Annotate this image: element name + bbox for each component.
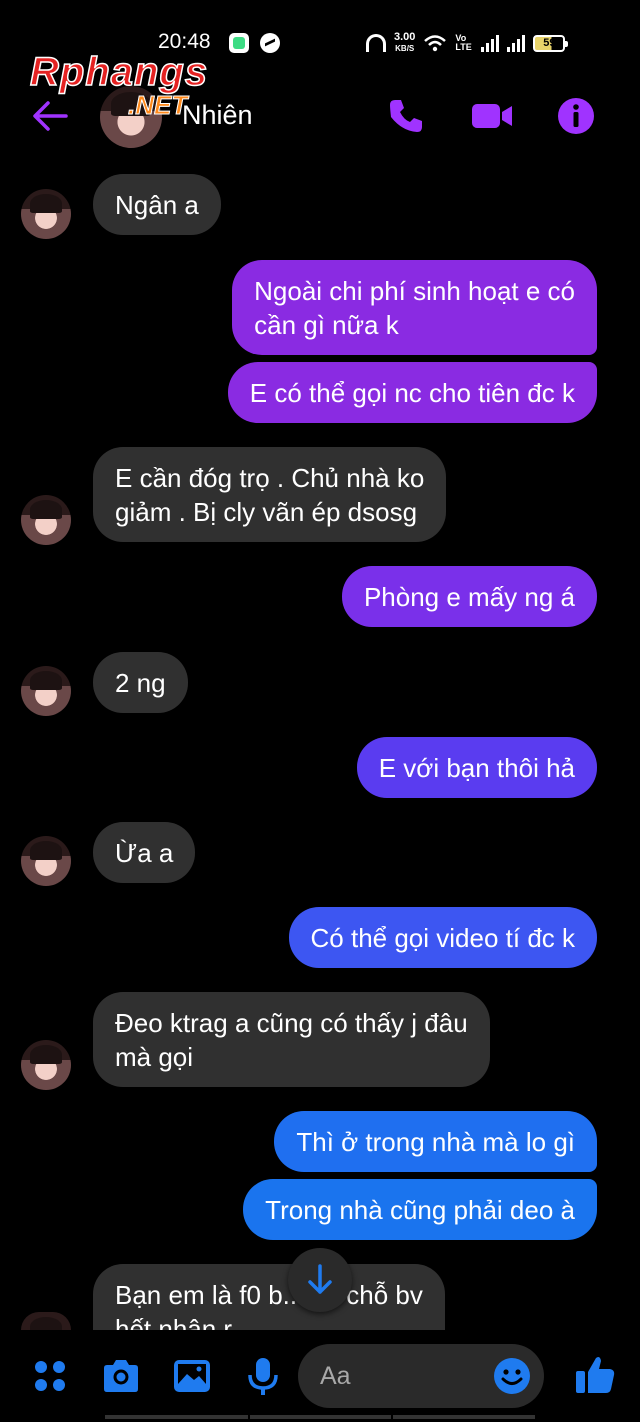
message-received[interactable]: 2 ng [93, 652, 188, 713]
network-speed-unit: KB/S [395, 44, 415, 53]
scroll-to-bottom-button[interactable] [288, 1248, 352, 1312]
message-sent[interactable]: Thì ở trong nhà mà lo gì [274, 1111, 597, 1172]
menu-dots-icon[interactable] [30, 1356, 70, 1396]
contact-avatar[interactable] [100, 86, 162, 148]
wifi-icon [424, 35, 447, 52]
info-icon[interactable] [556, 96, 596, 136]
signal-icon [481, 34, 500, 52]
home-indicator [105, 1415, 535, 1419]
status-time: 20:48 [158, 30, 211, 53]
messenger-icon [260, 33, 280, 53]
contact-name[interactable]: Nhiên [182, 100, 253, 131]
message-sent[interactable]: E có thể gọi nc cho tiên đc k [227, 362, 597, 423]
message-sent[interactable]: Trong nhà cũng phải deo à [243, 1179, 597, 1240]
status-indicators: 3.00 KB/S Vo LTE 59 [366, 28, 569, 58]
arrow-down-icon [308, 1264, 332, 1294]
message-sent[interactable]: Ngoài chi phí sinh hoạt e có cần gì nữa … [232, 260, 597, 355]
network-speed-value: 3.00 [394, 31, 416, 43]
message-received[interactable]: E cần đóg trọ . Chủ nhà ko giảm . Bị cly… [93, 447, 447, 542]
video-icon[interactable] [470, 96, 514, 136]
camera-icon[interactable] [101, 1356, 141, 1396]
battery-icon: 59 [533, 34, 569, 52]
status-bar: 20:48 3.00 KB/S Vo LTE 59 [0, 0, 640, 84]
android-app-icon [229, 33, 249, 53]
message-received[interactable]: Đeo ktrag a cũng có thấy j đâu mà gọi [93, 992, 490, 1087]
sender-avatar[interactable] [21, 189, 71, 239]
battery-level: 59 [543, 37, 556, 49]
message-sent[interactable]: Có thể gọi video tí đc k [288, 907, 597, 968]
message-received[interactable]: Ngân a [93, 174, 221, 235]
network-speed: 3.00 KB/S [394, 32, 415, 54]
sender-avatar[interactable] [21, 495, 71, 545]
sender-avatar[interactable] [21, 1312, 71, 1330]
phone-icon[interactable] [386, 96, 426, 136]
back-arrow-icon[interactable] [30, 98, 70, 134]
message-sent[interactable]: E với bạn thôi hả [356, 737, 597, 798]
image-icon[interactable] [172, 1356, 212, 1396]
message-received[interactable]: Bạn em là f0 b... tại chỗ bv hết nhân r [93, 1264, 445, 1330]
volte-indicator: Vo LTE [455, 33, 472, 52]
sender-avatar[interactable] [21, 836, 71, 886]
sender-avatar[interactable] [21, 666, 71, 716]
sender-avatar[interactable] [21, 1040, 71, 1090]
emoji-icon[interactable] [493, 1357, 531, 1395]
headset-icon [366, 34, 386, 52]
chat-header: Nhiên [0, 84, 640, 154]
message-sent[interactable]: Phòng e mấy ng á [341, 566, 597, 627]
thumbs-up-icon[interactable] [573, 1352, 617, 1396]
signal-icon-2 [507, 34, 526, 52]
message-composer [0, 1330, 640, 1422]
message-received[interactable]: Ừa a [93, 822, 196, 883]
microphone-icon[interactable] [243, 1356, 283, 1396]
